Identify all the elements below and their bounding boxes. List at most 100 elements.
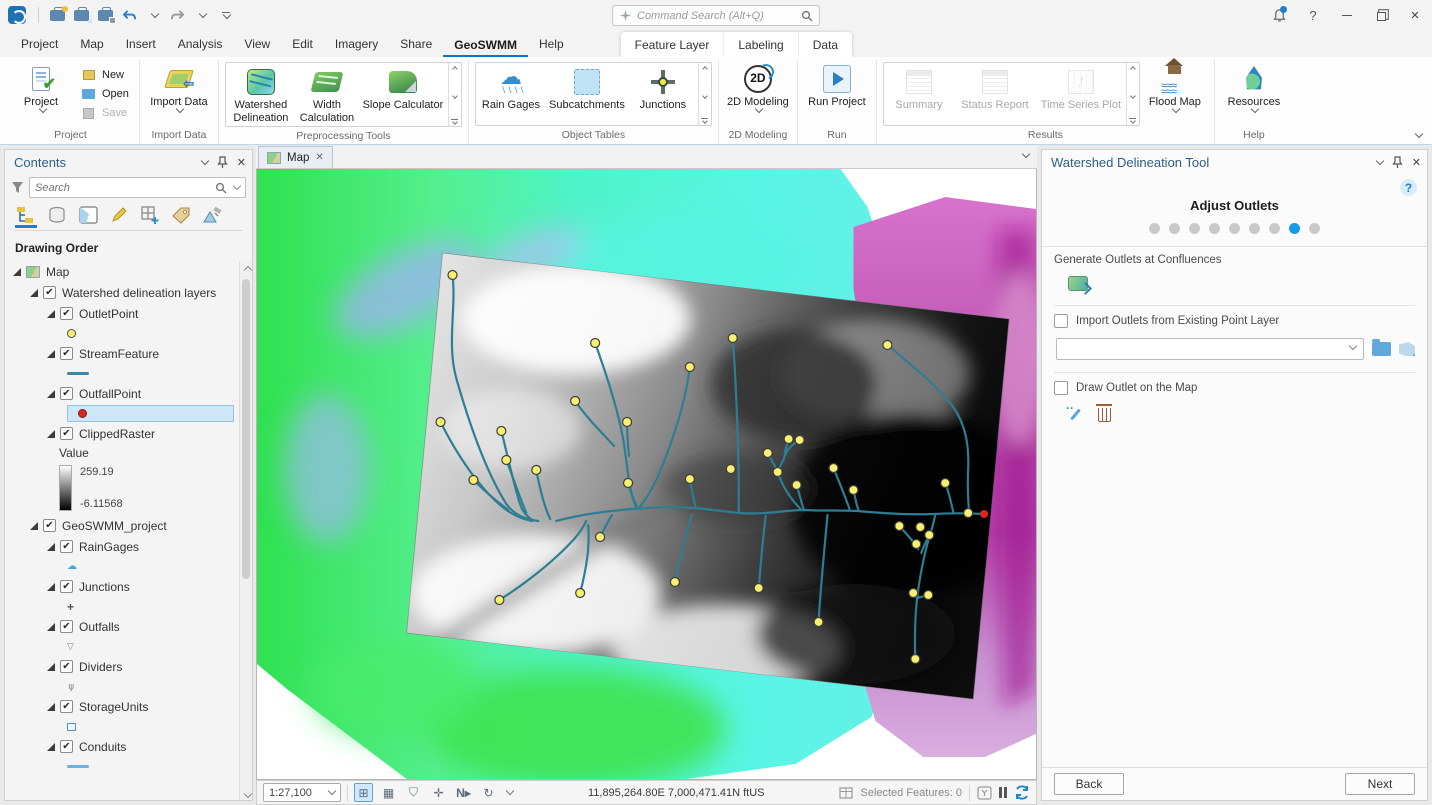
outlet-point[interactable] <box>726 465 735 474</box>
close-pane-icon[interactable]: ✕ <box>1412 156 1421 169</box>
menu-tab-view[interactable]: View <box>233 32 281 57</box>
layer-visibility-checkbox[interactable]: ✔ <box>60 580 73 593</box>
undo-dropdown[interactable] <box>142 4 164 26</box>
layer-visibility-checkbox[interactable]: ✔ <box>43 519 56 532</box>
draw-outlet-checkbox-row[interactable]: Draw Outlet on the Map <box>1054 381 1415 395</box>
outlet-point[interactable] <box>763 449 772 458</box>
layer-visibility-checkbox[interactable]: ✔ <box>60 620 73 633</box>
command-search-input[interactable]: Command Search (Alt+Q) <box>612 5 820 26</box>
layer-symbol-junction[interactable]: + <box>5 597 238 616</box>
outlet-point[interactable] <box>784 435 793 444</box>
menu-tab-project[interactable]: Project <box>10 32 69 57</box>
outlet-point[interactable] <box>754 584 763 593</box>
layer-symbol-storage[interactable] <box>5 717 238 736</box>
outlet-point[interactable] <box>849 486 858 495</box>
layer-row-storageunits[interactable]: ✔StorageUnits <box>5 696 238 717</box>
pause-drawing-button[interactable] <box>999 787 1007 798</box>
outlet-point[interactable] <box>911 655 920 664</box>
expander-icon[interactable] <box>47 543 55 551</box>
layer-visibility-checkbox[interactable]: ✔ <box>60 740 73 753</box>
expander-icon[interactable] <box>47 350 55 358</box>
outlet-point[interactable] <box>964 509 973 518</box>
layer-row-watershed-delineation-layers[interactable]: ✔Watershed delineation layers <box>5 282 238 303</box>
menu-tab-geoswmm[interactable]: GeoSWMM <box>443 33 528 58</box>
outlet-point[interactable] <box>909 589 918 598</box>
back-button[interactable]: Back <box>1054 773 1124 795</box>
redo-dropdown[interactable] <box>190 4 212 26</box>
pane-menu-chevron-icon[interactable] <box>201 157 209 165</box>
outlet-point[interactable] <box>497 427 506 436</box>
expander-icon[interactable] <box>30 522 38 530</box>
layer-visibility-checkbox[interactable]: ✔ <box>60 347 73 360</box>
tool-help-button[interactable]: ? <box>1400 179 1417 196</box>
outlet-point[interactable] <box>670 578 679 587</box>
north-arrow-button[interactable]: N▸ <box>454 783 473 802</box>
expander-icon[interactable] <box>47 390 55 398</box>
draw-outlet-checkbox[interactable] <box>1054 381 1068 395</box>
expander-icon[interactable] <box>47 663 55 671</box>
list-by-data-source-button[interactable] <box>46 206 68 228</box>
minimize-button[interactable] <box>1330 0 1364 30</box>
redo-button[interactable] <box>166 4 188 26</box>
outlet-point[interactable] <box>624 479 633 488</box>
resources-button[interactable]: Resources <box>1221 61 1287 127</box>
outlet-point[interactable] <box>916 523 925 532</box>
layer-visibility-checkbox[interactable]: ✔ <box>60 427 73 440</box>
restore-button[interactable] <box>1364 0 1398 30</box>
layer-visibility-checkbox[interactable]: ✔ <box>60 700 73 713</box>
layer-row-map[interactable]: Map <box>5 261 238 282</box>
close-pane-icon[interactable]: ✕ <box>237 156 246 169</box>
layer-row-raingages[interactable]: ✔RainGages <box>5 536 238 557</box>
layer-symbol-outlet[interactable] <box>5 324 238 343</box>
outlet-point[interactable] <box>436 418 445 427</box>
time-series-plot-button[interactable]: Time Series Plot <box>1038 64 1124 124</box>
delete-outlet-trash-icon[interactable] <box>1098 408 1111 422</box>
junctions-button[interactable]: Junctions <box>630 64 696 124</box>
outlet-point[interactable] <box>685 363 694 372</box>
outlet-point[interactable] <box>685 475 694 484</box>
outlet-point[interactable] <box>924 591 933 600</box>
import-outlets-checkbox-row[interactable]: Import Outlets from Existing Point Layer <box>1054 314 1415 328</box>
close-map-tab-icon[interactable]: ✕ <box>315 152 323 163</box>
browse-folder-icon[interactable] <box>1372 342 1391 356</box>
next-button[interactable]: Next <box>1345 773 1415 795</box>
list-by-editing-button[interactable] <box>108 206 130 228</box>
list-by-snapping-button[interactable] <box>139 206 161 228</box>
contents-scrollbar-thumb[interactable] <box>242 279 250 579</box>
import-outlets-checkbox[interactable] <box>1054 314 1068 328</box>
layer-row-junctions[interactable]: ✔Junctions <box>5 576 238 597</box>
group-scroll-buttons[interactable] <box>1126 63 1139 125</box>
layer-row-dividers[interactable]: ✔Dividers <box>5 656 238 677</box>
2d-modeling-button[interactable]: 2D 2D Modeling <box>725 61 791 127</box>
menu-tab-map[interactable]: Map <box>69 32 114 57</box>
pin-icon[interactable] <box>217 156 228 169</box>
outlet-point[interactable] <box>623 418 632 427</box>
list-by-charts-button[interactable] <box>201 206 223 228</box>
status-report-button[interactable]: Status Report <box>952 64 1038 124</box>
generate-outlets-tool-icon[interactable] <box>1068 276 1088 291</box>
filter-icon[interactable] <box>11 181 24 194</box>
expander-icon[interactable] <box>47 743 55 751</box>
layer-visibility-checkbox[interactable]: ✔ <box>60 307 73 320</box>
layer-visibility-checkbox[interactable]: ✔ <box>60 540 73 553</box>
layer-visibility-checkbox[interactable]: ✔ <box>60 660 73 673</box>
selected-symbol-row[interactable] <box>67 405 234 422</box>
snap-mode-button[interactable]: ⊞ <box>354 783 373 802</box>
group-scroll-buttons[interactable] <box>448 63 461 126</box>
add-layer-icon[interactable] <box>1399 342 1415 356</box>
select-tool-button[interactable]: ↻ <box>479 783 498 802</box>
layer-symbol-outfallglyph[interactable]: ▽ <box>5 637 238 656</box>
layer-row-outletpoint[interactable]: ✔OutletPoint <box>5 303 238 324</box>
close-button[interactable]: ✕ <box>1398 0 1432 30</box>
expander-icon[interactable] <box>47 703 55 711</box>
expander-icon[interactable] <box>47 430 55 438</box>
outlet-point[interactable] <box>571 397 580 406</box>
layer-symbol-divider[interactable]: ⋔ <box>5 677 238 696</box>
flood-map-button[interactable]: ≈≈≈≈≈≈ Flood Map <box>1142 61 1208 127</box>
pane-menu-chevron-icon[interactable] <box>1376 157 1384 165</box>
point-layer-combobox[interactable] <box>1056 338 1364 360</box>
layer-row-outfalls[interactable]: ✔Outfalls <box>5 616 238 637</box>
outlet-point[interactable] <box>773 468 782 477</box>
collapse-ribbon-button[interactable] <box>1413 126 1422 140</box>
undo-button[interactable] <box>118 4 140 26</box>
